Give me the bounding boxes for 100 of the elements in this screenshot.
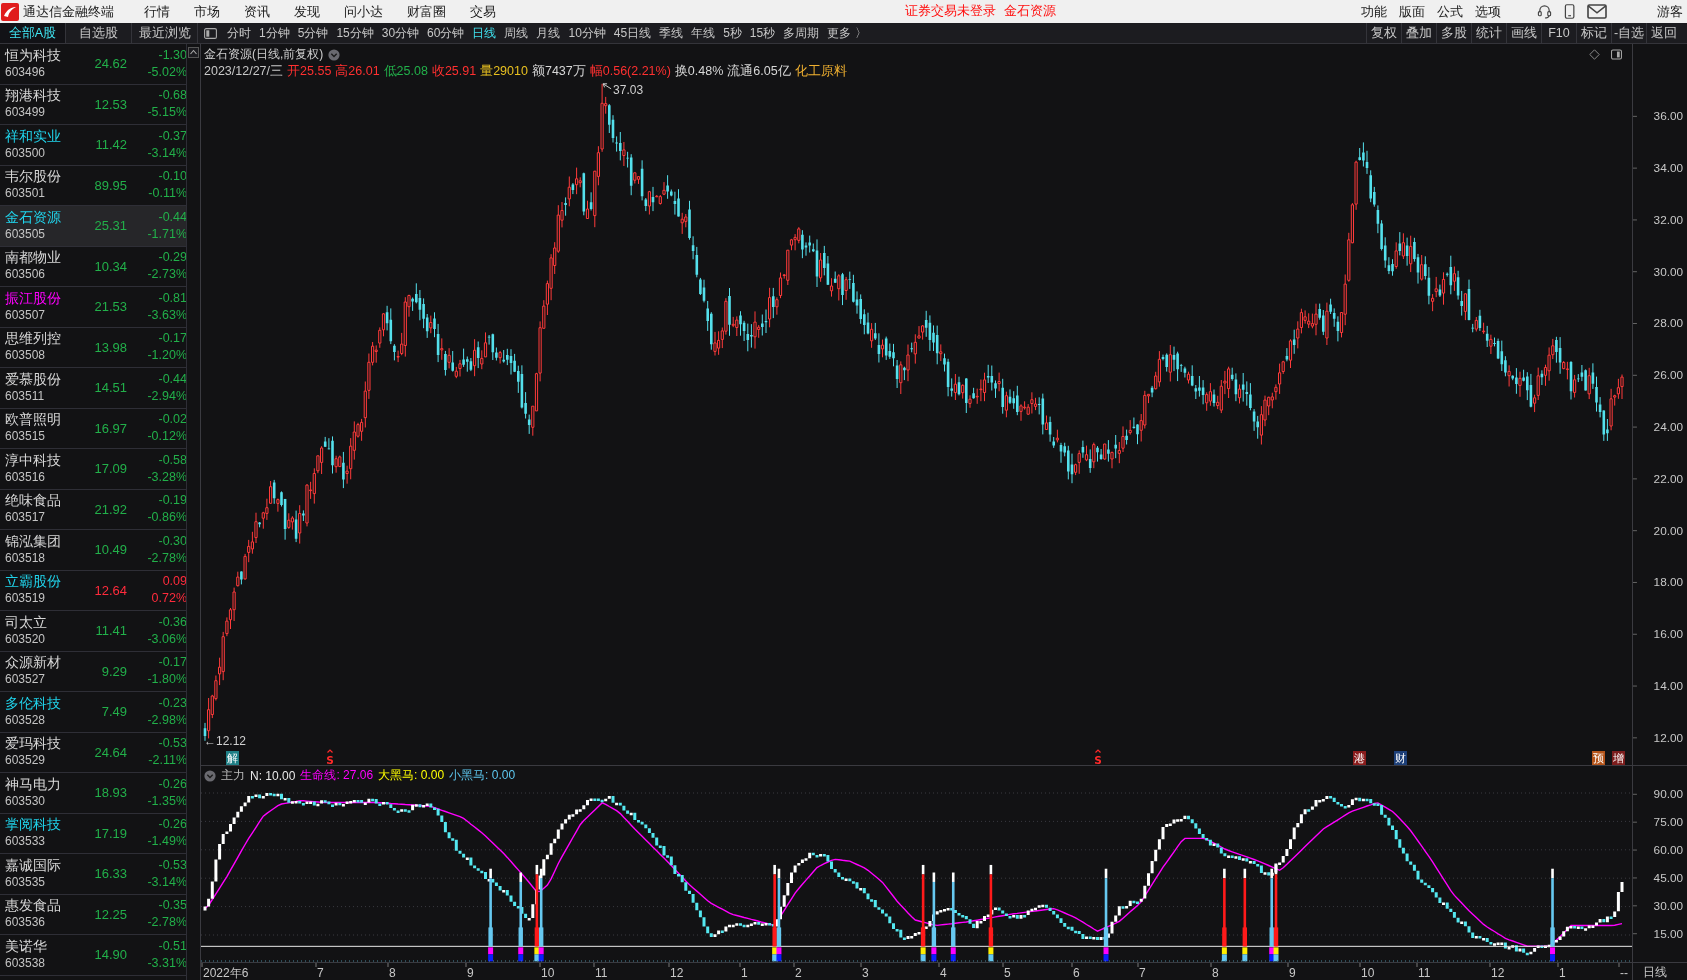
- price-axis-label: 20.00: [1653, 523, 1684, 537]
- stock-list-item[interactable]: 恒为科技 603496 24.62 -1.30 -5.02%: [0, 44, 186, 85]
- stock-name: 惠发食品: [5, 897, 62, 915]
- change-percent: -0.86%: [147, 509, 187, 527]
- user-name[interactable]: 游客: [1657, 2, 1683, 21]
- stock-list-item[interactable]: 锦泓集团 603518 10.49 -0.30 -2.78%: [0, 530, 186, 571]
- event-tag[interactable]: 港: [1353, 751, 1366, 765]
- stock-list-item[interactable]: 立霸股份 603519 12.64 0.09 0.72%: [0, 570, 186, 611]
- period-tab[interactable]: 年线: [691, 24, 716, 42]
- menu-item[interactable]: 问小达: [344, 2, 383, 21]
- stock-list-item[interactable]: 振江股份 603507 21.53 -0.81 -3.63%: [0, 287, 186, 328]
- event-tag[interactable]: 解: [226, 751, 239, 765]
- stock-list-item[interactable]: 爱慕股份 603511 14.51 -0.44 -2.94%: [0, 368, 186, 409]
- event-tag[interactable]: 增: [1612, 751, 1625, 765]
- stock-list-item[interactable]: 众源新材 603527 9.29 -0.17 -1.80%: [0, 651, 186, 692]
- dropdown-icon[interactable]: [204, 769, 216, 782]
- period-tab[interactable]: 1分钟: [259, 24, 290, 42]
- menu-item[interactable]: 发现: [294, 2, 320, 21]
- stock-list-item[interactable]: 金石资源 603505 25.31 -0.44 -1.71%: [0, 206, 186, 247]
- period-tab[interactable]: 月线: [536, 24, 561, 42]
- period-tab[interactable]: 季线: [659, 24, 684, 42]
- date-axis-label: 8: [1212, 966, 1219, 980]
- menu-item[interactable]: 交易: [470, 2, 496, 21]
- period-tab[interactable]: 更多 〉: [827, 24, 867, 42]
- period-tab[interactable]: 15分钟: [336, 24, 374, 42]
- stock-list-item[interactable]: 思维列控 603508 13.98 -0.17 -1.20%: [0, 327, 186, 368]
- price-axis-label: 26.00: [1653, 368, 1684, 382]
- stock-list-item[interactable]: 绝味食品 603517 21.92 -0.19 -0.86%: [0, 489, 186, 530]
- stock-list-item[interactable]: 欧普照明 603515 16.97 -0.02 -0.12%: [0, 408, 186, 449]
- menu-item[interactable]: 资讯: [244, 2, 270, 21]
- stock-code: 603538: [5, 954, 47, 972]
- toolbar-button[interactable]: -自选: [1611, 23, 1646, 43]
- sidebar-toggle-icon[interactable]: [204, 27, 217, 39]
- menu-item[interactable]: 行情: [144, 2, 170, 21]
- stock-list-item[interactable]: 多伦科技 603528 7.49 -0.23 -2.98%: [0, 692, 186, 733]
- stock-list-item[interactable]: 翔港科技 603499 12.53 -0.68 -5.15%: [0, 84, 186, 125]
- list-tab[interactable]: 全部A股: [0, 23, 66, 43]
- period-tab[interactable]: 分时: [227, 24, 251, 42]
- period-tab[interactable]: 15秒: [749, 24, 776, 42]
- panel-toggle-icon[interactable]: [1611, 49, 1622, 60]
- stock-code: 603515: [5, 428, 47, 446]
- change-percent: -3.06%: [147, 630, 187, 648]
- stock-list-item[interactable]: 掌阅科技 603533 17.19 -0.26 -1.49%: [0, 813, 186, 854]
- stock-list-item[interactable]: 司太立 603520 11.41 -0.36 -3.06%: [0, 611, 186, 652]
- stock-name: 立霸股份: [5, 573, 62, 591]
- menu-item[interactable]: 市场: [194, 2, 220, 21]
- stock-list-item[interactable]: 嘉诚国际 603535 16.33 -0.53 -3.14%: [0, 854, 186, 895]
- period-tab[interactable]: 多周期: [783, 24, 820, 42]
- price-change: -0.53: [158, 856, 187, 874]
- toolbar-button[interactable]: 复权: [1366, 23, 1401, 43]
- toolbar-button[interactable]: 标记: [1576, 23, 1611, 43]
- toolbar-button[interactable]: 多股: [1436, 23, 1471, 43]
- stock-list-item[interactable]: 惠发食品 603536 12.25 -0.35 -2.78%: [0, 894, 186, 935]
- date-axis-label: 4: [940, 966, 947, 980]
- toolbar-button[interactable]: 画线: [1506, 23, 1541, 43]
- stock-list-item[interactable]: 南都物业 603506 10.34 -0.29 -2.73%: [0, 246, 186, 287]
- menu-item[interactable]: 功能: [1360, 2, 1387, 21]
- date-axis-label: 7: [1139, 966, 1146, 980]
- menu-item[interactable]: 选项: [1474, 2, 1501, 21]
- stock-list-item[interactable]: 祥和实业 603500 11.42 -0.37 -3.14%: [0, 125, 186, 166]
- diamond-icon[interactable]: [1589, 49, 1600, 60]
- indicator-name[interactable]: 主力: [221, 767, 245, 784]
- menu-item[interactable]: 财富圈: [407, 2, 446, 21]
- event-tag[interactable]: 预: [1592, 751, 1605, 765]
- period-tab[interactable]: 5分钟: [297, 24, 329, 42]
- quote-value: 幅0.56(2.21%): [589, 62, 671, 80]
- price-change: -0.29: [158, 249, 187, 267]
- period-tab[interactable]: 周线: [504, 24, 529, 42]
- toolbar-button[interactable]: 返回: [1646, 23, 1681, 43]
- date-axis-label: --: [1620, 966, 1628, 980]
- phone-icon[interactable]: [1563, 4, 1575, 19]
- stock-list-item[interactable]: 淳中科技 603516 17.09 -0.58 -3.28%: [0, 449, 186, 490]
- signal-mark[interactable]: S: [326, 749, 334, 766]
- period-tab[interactable]: 60分钟: [427, 24, 465, 42]
- stock-list-item[interactable]: 神马电力 603530 18.93 -0.26 -1.35%: [0, 773, 186, 814]
- period-tab[interactable]: 30分钟: [381, 24, 420, 42]
- menu-item[interactable]: 公式: [1436, 2, 1463, 21]
- stock-price: 12.25: [93, 906, 127, 922]
- stock-price: 24.62: [93, 56, 127, 72]
- high-price-label: 37.03: [613, 82, 644, 97]
- period-tab[interactable]: 5秒: [723, 24, 742, 42]
- stock-list-item[interactable]: 美诺华 603538 14.90 -0.51 -3.31%: [0, 935, 186, 976]
- period-tab[interactable]: 45日线: [613, 24, 652, 42]
- date-axis-label: 11: [595, 966, 608, 980]
- headset-icon[interactable]: [1536, 4, 1552, 19]
- stock-code: 603527: [5, 671, 47, 689]
- mail-icon[interactable]: [1587, 4, 1607, 19]
- toolbar-button[interactable]: 叠加: [1401, 23, 1436, 43]
- signal-mark[interactable]: S: [1094, 749, 1102, 766]
- toolbar-button[interactable]: F10: [1541, 23, 1576, 43]
- stock-list-item[interactable]: 爱玛科技 603529 24.64 -0.53 -2.11%: [0, 732, 186, 773]
- stock-code: 603517: [5, 509, 47, 527]
- dropdown-icon[interactable]: [328, 48, 341, 61]
- period-tab[interactable]: 日线: [472, 24, 497, 42]
- menu-item[interactable]: 版面: [1398, 2, 1425, 21]
- toolbar-button[interactable]: 统计: [1471, 23, 1506, 43]
- stock-price: 17.09: [93, 461, 127, 477]
- period-tab[interactable]: 10分钟: [568, 24, 606, 42]
- scroll-up-icon[interactable]: [188, 47, 199, 58]
- event-tag[interactable]: 财: [1394, 751, 1407, 765]
